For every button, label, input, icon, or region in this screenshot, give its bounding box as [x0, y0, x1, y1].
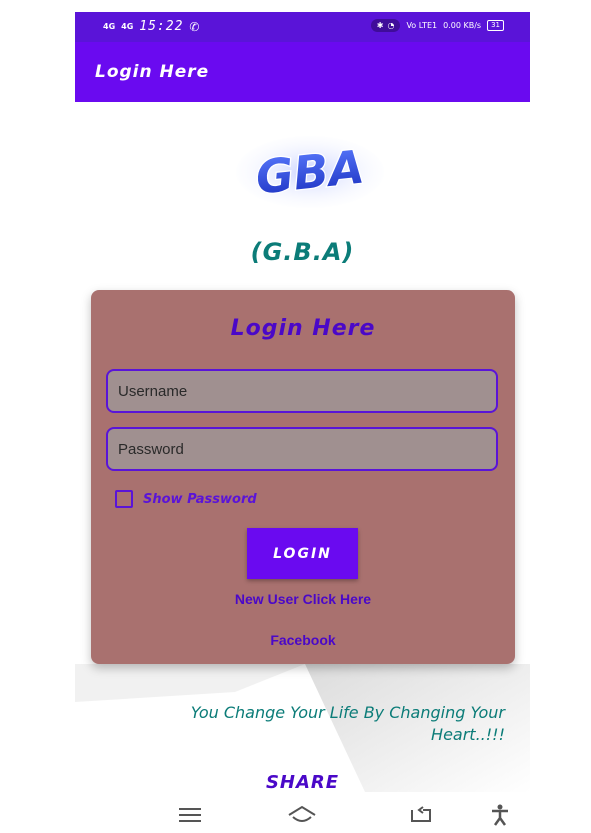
show-password-row[interactable]: Show Password — [115, 490, 257, 508]
password-field-box — [106, 427, 498, 471]
new-user-link[interactable]: New User Click Here — [91, 591, 515, 607]
accessibility-icon[interactable] — [485, 802, 515, 828]
login-card: Login Here Show Password LOGIN New User … — [91, 290, 515, 664]
back-icon[interactable] — [406, 802, 436, 828]
menu-icon[interactable] — [175, 802, 205, 828]
facebook-link[interactable]: Facebook — [91, 632, 515, 648]
share-button[interactable]: SHARE — [75, 772, 530, 793]
quote-line-1: You Change Your Life By Changing Your — [190, 703, 505, 722]
login-button[interactable]: LOGIN — [247, 528, 358, 579]
quote-line-2: Heart..!!! — [431, 725, 505, 744]
username-input[interactable] — [108, 371, 496, 411]
phone-screen: 4G 4G 15:22 ✆ ✱ ◔ Vo LTE1 0.00 KB/s 31 L… — [75, 12, 530, 833]
show-password-checkbox[interactable] — [115, 490, 133, 508]
password-input[interactable] — [108, 429, 496, 469]
username-field-box — [106, 369, 498, 413]
gba-logo: GBA — [236, 136, 384, 208]
show-password-label[interactable]: Show Password — [143, 492, 257, 507]
app-subtitle: (G.B.A) — [250, 238, 355, 266]
home-icon[interactable] — [287, 802, 317, 828]
login-card-title: Login Here — [230, 316, 376, 341]
quote-text: You Change Your Life By Changing Your He… — [115, 702, 505, 746]
logo-text: GBA — [253, 139, 366, 204]
navigation-bar — [75, 800, 530, 833]
